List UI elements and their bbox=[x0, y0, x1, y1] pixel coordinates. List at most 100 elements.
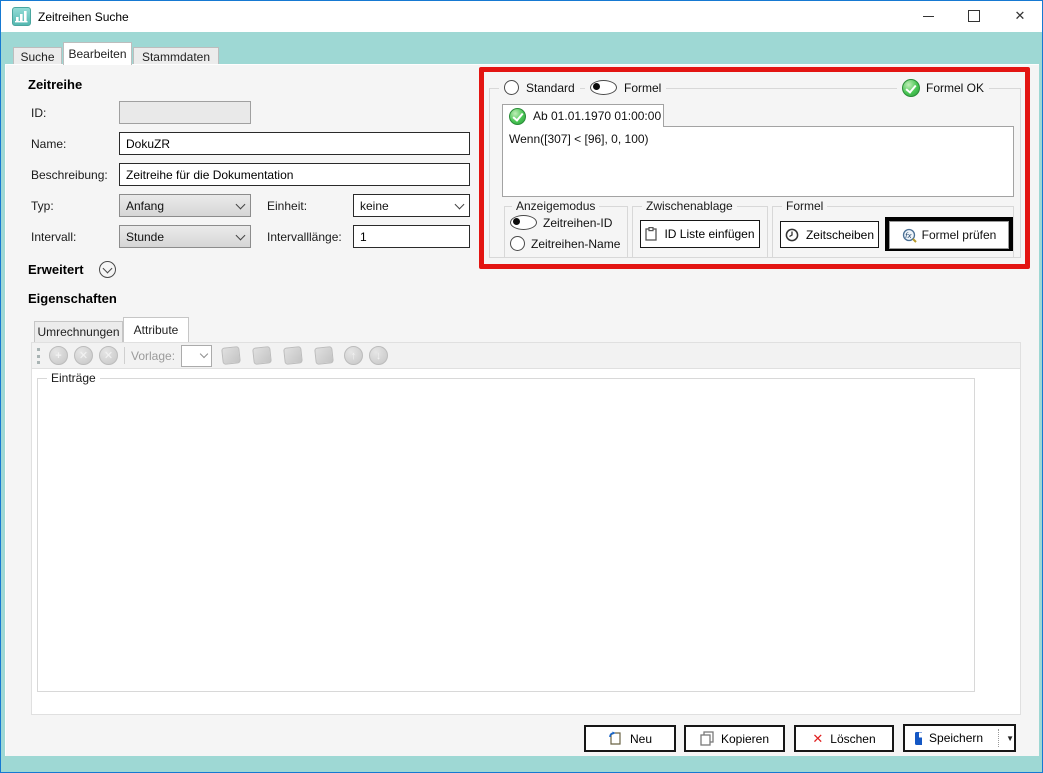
arrow-up-icon: ↑ bbox=[351, 350, 357, 362]
name-input[interactable]: DokuZR bbox=[119, 132, 470, 155]
zwischenablage-title: Zwischenablage bbox=[642, 199, 737, 213]
zeitscheibe-tab[interactable]: Ab 01.01.1970 01:00:00 bbox=[502, 104, 664, 127]
tab-bearbeiten-label: Bearbeiten bbox=[68, 47, 126, 61]
eintraege-groupbox bbox=[37, 378, 975, 692]
clock-icon bbox=[785, 228, 799, 242]
typ-value: Anfang bbox=[126, 199, 164, 213]
check-icon bbox=[509, 108, 526, 125]
speichern-button[interactable]: Speichern ▼ bbox=[903, 724, 1016, 752]
tab-stammdaten[interactable]: Stammdaten bbox=[133, 47, 219, 65]
einheit-select[interactable]: keine bbox=[353, 194, 470, 217]
svg-text:fx: fx bbox=[905, 232, 912, 240]
close-button[interactable]: ✕ bbox=[997, 1, 1043, 31]
intervall-select[interactable]: Stunde bbox=[119, 225, 251, 248]
beschreibung-input[interactable]: Zeitreihe für die Dokumentation bbox=[119, 163, 470, 186]
radio-icon bbox=[504, 80, 519, 95]
zeitscheiben-label: Zeitscheiben bbox=[806, 228, 874, 242]
intervalllaenge-label: Intervalllänge: bbox=[267, 230, 342, 244]
vorlage-label: Vorlage: bbox=[131, 349, 175, 363]
formel-pruefen-button[interactable]: fx Formel prüfen bbox=[885, 217, 1013, 251]
eintraege-label: Einträge bbox=[47, 371, 100, 385]
radio-selected-icon bbox=[590, 80, 617, 95]
minimize-button[interactable] bbox=[905, 1, 951, 31]
vorlage-select[interactable] bbox=[181, 345, 212, 367]
chevron-down-icon bbox=[455, 199, 465, 209]
typ-label: Typ: bbox=[31, 199, 54, 213]
tab-umrechnungen-label: Umrechnungen bbox=[37, 325, 119, 339]
erweitert-heading: Erweitert bbox=[28, 262, 84, 277]
radio-icon bbox=[510, 236, 525, 251]
minimize-icon bbox=[923, 16, 934, 17]
loeschen-button[interactable]: ✕ Löschen bbox=[794, 725, 894, 752]
add-entry-button[interactable]: + bbox=[49, 346, 68, 365]
x-icon: ✕ bbox=[79, 349, 88, 362]
delete-x-icon: ✕ bbox=[812, 731, 823, 747]
formel-radio[interactable]: Formel bbox=[585, 80, 666, 95]
formel-ok-status: Formel OK bbox=[897, 79, 989, 97]
tab-bearbeiten[interactable]: Bearbeiten bbox=[63, 42, 132, 65]
template-check-icon[interactable] bbox=[283, 346, 303, 365]
tab-stammdaten-label: Stammdaten bbox=[142, 50, 210, 64]
zeitreihen-name-label: Zeitreihen-Name bbox=[531, 237, 620, 251]
intervall-value: Stunde bbox=[126, 230, 164, 244]
kopieren-label: Kopieren bbox=[721, 732, 769, 746]
template-delete-icon[interactable] bbox=[314, 346, 334, 365]
fx-search-icon: fx bbox=[902, 228, 917, 243]
formel-group-title: Formel bbox=[782, 199, 827, 213]
einheit-label: Einheit: bbox=[267, 199, 307, 213]
neu-button[interactable]: Neu bbox=[584, 725, 676, 752]
tab-attribute[interactable]: Attribute bbox=[123, 317, 189, 342]
erweitert-expand-button[interactable] bbox=[99, 261, 116, 278]
maximize-button[interactable] bbox=[951, 1, 997, 31]
chevron-down-icon bbox=[236, 230, 246, 240]
neu-label: Neu bbox=[630, 732, 652, 746]
tab-umrechnungen[interactable]: Umrechnungen bbox=[34, 321, 123, 342]
app-icon bbox=[12, 7, 31, 26]
anzeigemodus-title: Anzeigemodus bbox=[512, 199, 599, 213]
zeitreihen-id-radio[interactable]: Zeitreihen-ID bbox=[510, 215, 612, 230]
delete-entry-button[interactable]: ✕ bbox=[74, 346, 93, 365]
formula-editor[interactable]: Wenn([307] < [96], 0, 100) bbox=[502, 126, 1014, 197]
intervalllaenge-input[interactable]: 1 bbox=[353, 225, 470, 248]
move-up-button[interactable]: ↑ bbox=[344, 346, 363, 365]
id-liste-einfuegen-label: ID Liste einfügen bbox=[664, 227, 754, 241]
new-document-icon bbox=[608, 731, 623, 746]
beschreibung-label: Beschreibung: bbox=[31, 168, 108, 182]
beschreibung-value: Zeitreihe für die Dokumentation bbox=[126, 168, 293, 182]
intervall-label: Intervall: bbox=[31, 230, 76, 244]
close-icon: ✕ bbox=[1015, 8, 1026, 24]
tab-suche-label: Suche bbox=[20, 50, 54, 64]
zeitreihen-id-label: Zeitreihen-ID bbox=[543, 216, 612, 230]
clipboard-icon bbox=[645, 227, 657, 241]
toolbar-separator bbox=[124, 347, 125, 364]
zeitreihen-name-radio[interactable]: Zeitreihen-Name bbox=[510, 236, 620, 251]
plus-icon: + bbox=[55, 350, 61, 362]
tab-suche[interactable]: Suche bbox=[13, 47, 62, 65]
intervalllaenge-value: 1 bbox=[360, 230, 367, 244]
chevron-down-icon bbox=[103, 263, 113, 273]
standard-radio[interactable]: Standard bbox=[499, 80, 580, 95]
formel-ok-label: Formel OK bbox=[926, 81, 984, 95]
id-liste-einfuegen-button[interactable]: ID Liste einfügen bbox=[640, 220, 760, 248]
standard-radio-label: Standard bbox=[526, 81, 575, 95]
move-down-button[interactable]: ↓ bbox=[369, 346, 388, 365]
kopieren-button[interactable]: Kopieren bbox=[684, 725, 785, 752]
speichern-dropdown-arrow[interactable]: ▼ bbox=[1006, 734, 1014, 743]
zeitreihe-heading: Zeitreihe bbox=[28, 77, 82, 92]
loeschen-label: Löschen bbox=[830, 732, 875, 746]
window-titlebar: Zeitreihen Suche ✕ bbox=[1, 1, 1042, 32]
template-save-icon[interactable] bbox=[252, 346, 272, 365]
tab-attribute-label: Attribute bbox=[134, 323, 179, 337]
template-load-icon[interactable] bbox=[221, 346, 241, 365]
toolbar-grip[interactable] bbox=[37, 348, 43, 364]
id-input[interactable] bbox=[119, 101, 251, 124]
zeitscheiben-button[interactable]: Zeitscheiben bbox=[780, 221, 879, 248]
name-label: Name: bbox=[31, 137, 66, 151]
maximize-icon bbox=[968, 10, 980, 22]
remove-all-button[interactable]: ✕ bbox=[99, 346, 118, 365]
typ-select[interactable]: Anfang bbox=[119, 194, 251, 217]
attributes-toolbar: + ✕ ✕ Vorlage: ↑ ↓ bbox=[32, 343, 1020, 369]
speichern-label: Speichern bbox=[929, 731, 983, 745]
formel-pruefen-label: Formel prüfen bbox=[922, 228, 997, 242]
chevron-down-icon bbox=[236, 199, 246, 209]
